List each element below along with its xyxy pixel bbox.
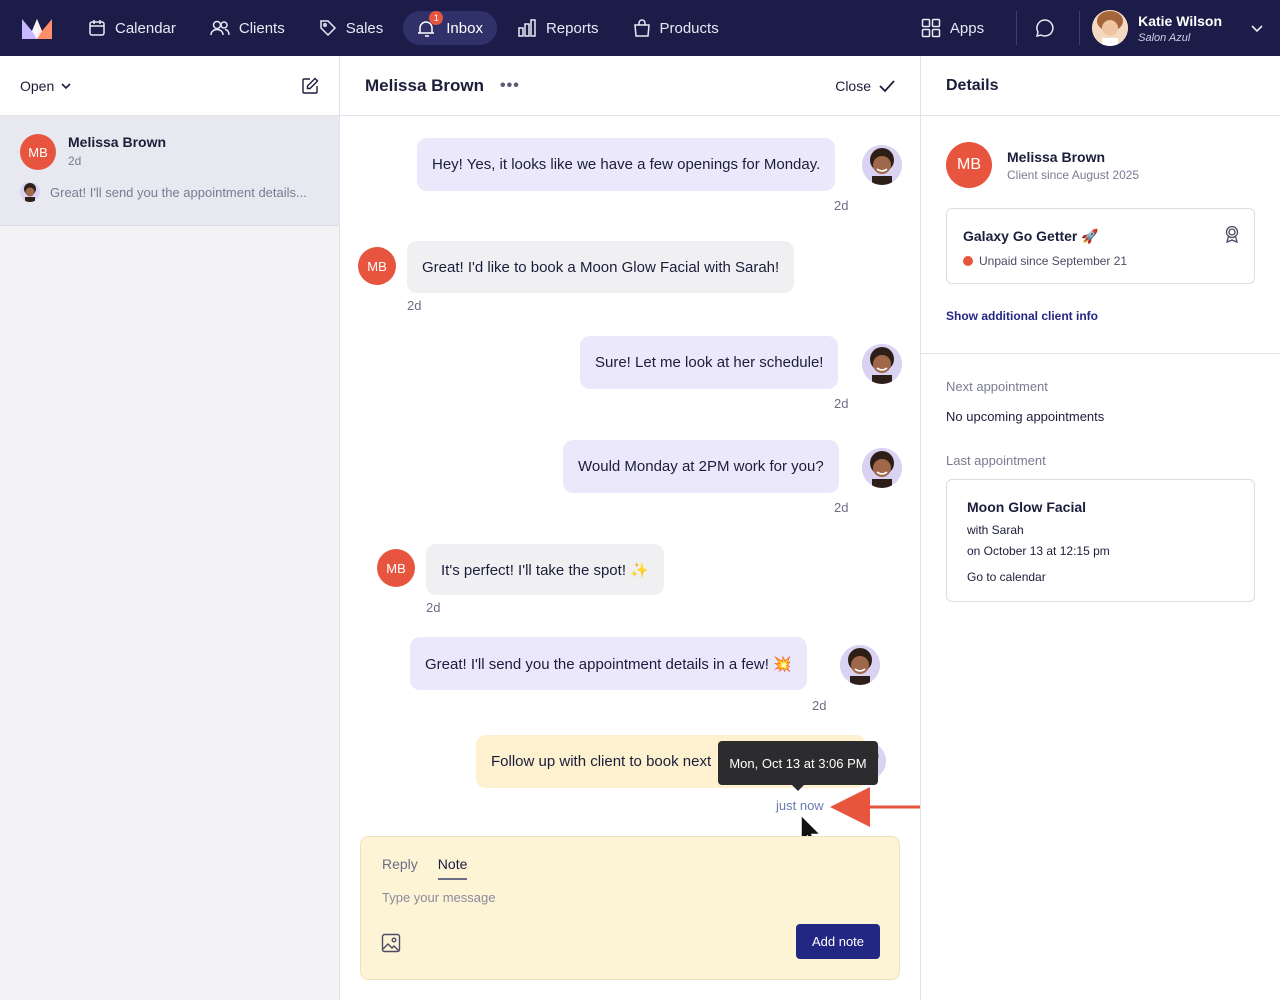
client-avatar: MB xyxy=(377,549,415,587)
user-salon: Salon Azul xyxy=(1138,31,1191,44)
message-bubble: Would Monday at 2PM work for you? xyxy=(563,440,839,493)
client-avatar: MB xyxy=(946,142,992,188)
inbox-badge: 1 xyxy=(429,11,444,25)
nav-products[interactable]: Products xyxy=(619,11,733,45)
message-bubble: It's perfect! I'll take the spot! ✨ xyxy=(426,544,664,595)
nav-inbox[interactable]: 1 Inbox xyxy=(403,11,497,45)
next-appointment-label: Next appointment xyxy=(946,379,1048,394)
show-additional-info-link[interactable]: Show additional client info xyxy=(946,309,1098,323)
tab-note[interactable]: Note xyxy=(437,856,468,880)
message-bubble: Great! I'll send you the appointment det… xyxy=(410,637,807,690)
membership-status: Unpaid since September 21 xyxy=(979,254,1128,268)
conversation-time: 2d xyxy=(68,154,82,168)
section-divider xyxy=(921,353,1280,354)
close-label: Close xyxy=(835,77,871,94)
nav-reports[interactable]: Reports xyxy=(503,11,613,45)
nav-apps[interactable]: Apps xyxy=(907,11,998,45)
conversation-preview: Great! I'll send you the appointment det… xyxy=(50,184,307,200)
nav-sales-label: Sales xyxy=(345,19,384,37)
conversation-item[interactable]: MB Melissa Brown 2d Great! I'll send you… xyxy=(0,116,339,226)
nav-sales[interactable]: Sales xyxy=(305,11,398,45)
staff-avatar xyxy=(862,448,902,488)
message-time: 2d xyxy=(834,396,849,411)
nav-divider xyxy=(1016,11,1018,45)
app-logo-icon[interactable] xyxy=(22,17,52,39)
staff-avatar xyxy=(862,344,902,384)
last-appointment-datetime: on October 13 at 12:15 pm xyxy=(967,544,1110,558)
message-input[interactable]: Type your message xyxy=(382,890,495,905)
grid-icon xyxy=(921,18,941,38)
top-navigation: Calendar Clients Sales 1 Inbox Reports P… xyxy=(0,0,1280,56)
client-avatar: MB xyxy=(20,134,56,170)
message-bubble: Sure! Let me look at her schedule! xyxy=(580,336,839,389)
nav-reports-label: Reports xyxy=(545,19,599,37)
status-filter-dropdown[interactable]: Open xyxy=(20,78,72,94)
message-time: 2d xyxy=(834,500,849,515)
nav-inbox-label: Inbox xyxy=(446,19,483,37)
conversation-name: Melissa Brown xyxy=(68,134,167,150)
compose-icon[interactable] xyxy=(301,77,319,95)
calendar-icon xyxy=(89,20,105,36)
close-conversation-button[interactable]: Close xyxy=(835,78,895,94)
client-summary: MB Melissa Brown Client since August 202… xyxy=(946,142,1139,188)
message-bubble: Great! I'd like to book a Moon Glow Faci… xyxy=(407,241,795,293)
chevron-down-icon xyxy=(61,82,71,89)
next-appointment-value: No upcoming appointments xyxy=(946,409,1105,424)
image-upload-icon[interactable] xyxy=(381,933,401,953)
membership-title: Galaxy Go Getter 🚀 xyxy=(963,228,1099,244)
add-note-button[interactable]: Add note xyxy=(796,924,880,959)
user-menu[interactable]: Katie Wilson Salon Azul xyxy=(1092,10,1264,46)
tag-icon xyxy=(319,20,336,37)
membership-card: Galaxy Go Getter 🚀 Unpaid since Septembe… xyxy=(946,208,1255,284)
message-composer: Reply Note Type your message Add note xyxy=(360,836,900,980)
message-time: 2d xyxy=(426,600,441,615)
conversation-list-header: Open xyxy=(0,56,339,116)
message-time: 2d xyxy=(812,698,827,713)
nav-calendar[interactable]: Calendar xyxy=(74,11,190,45)
timestamp-tooltip: Mon, Oct 13 at 3:06 PM xyxy=(718,741,878,791)
message-time: 2d xyxy=(407,298,422,313)
last-appointment-service: Moon Glow Facial xyxy=(967,499,1087,515)
user-name: Katie Wilson xyxy=(1138,12,1222,29)
message-time: 2d xyxy=(834,198,849,213)
last-appointment-staff: with Sarah xyxy=(967,523,1024,537)
unpaid-status-dot xyxy=(963,256,973,266)
tab-reply[interactable]: Reply xyxy=(382,856,418,880)
staff-avatar xyxy=(840,645,880,685)
note-time[interactable]: just now xyxy=(776,798,824,813)
go-to-calendar-link[interactable]: Go to calendar xyxy=(967,570,1046,584)
chat-button[interactable] xyxy=(1029,11,1061,45)
users-icon xyxy=(210,20,230,36)
award-ribbon-icon xyxy=(1225,225,1239,243)
nav-products-label: Products xyxy=(659,19,719,37)
last-appointment-card: Moon Glow Facial with Sarah on October 1… xyxy=(946,479,1255,602)
message-bubble: Hey! Yes, it looks like we have a few op… xyxy=(417,138,836,191)
nav-divider xyxy=(1079,11,1081,45)
thread-title: Melissa Brown xyxy=(365,75,485,95)
conversation-list-panel: Open MB Melissa Brown 2d Great! I'll sen… xyxy=(0,56,340,1000)
last-appointment-label: Last appointment xyxy=(946,453,1046,468)
shopping-bag-icon xyxy=(633,19,650,37)
staff-avatar xyxy=(20,182,40,202)
nav-clients-label: Clients xyxy=(238,19,285,37)
thread-header: Melissa Brown ••• Close xyxy=(340,56,920,116)
details-heading: Details xyxy=(921,56,1280,116)
chat-bubble-icon xyxy=(1036,19,1054,38)
more-options-icon[interactable]: ••• xyxy=(500,77,520,95)
status-filter-label: Open xyxy=(20,77,55,94)
checkmark-icon xyxy=(879,79,895,92)
client-name[interactable]: Melissa Brown xyxy=(1007,149,1139,165)
bar-chart-icon xyxy=(518,19,536,37)
user-avatar xyxy=(1092,10,1129,46)
staff-avatar xyxy=(862,145,902,185)
nav-clients[interactable]: Clients xyxy=(196,11,299,45)
details-panel: Details MB Melissa Brown Client since Au… xyxy=(920,56,1280,1000)
nav-right-group: Apps Katie Wilson Salon Azul xyxy=(907,0,1280,56)
nav-apps-label: Apps xyxy=(949,19,985,37)
chevron-down-icon xyxy=(1251,25,1263,33)
nav-calendar-label: Calendar xyxy=(115,19,176,37)
client-avatar: MB xyxy=(358,247,396,285)
client-since: Client since August 2025 xyxy=(1007,167,1140,182)
